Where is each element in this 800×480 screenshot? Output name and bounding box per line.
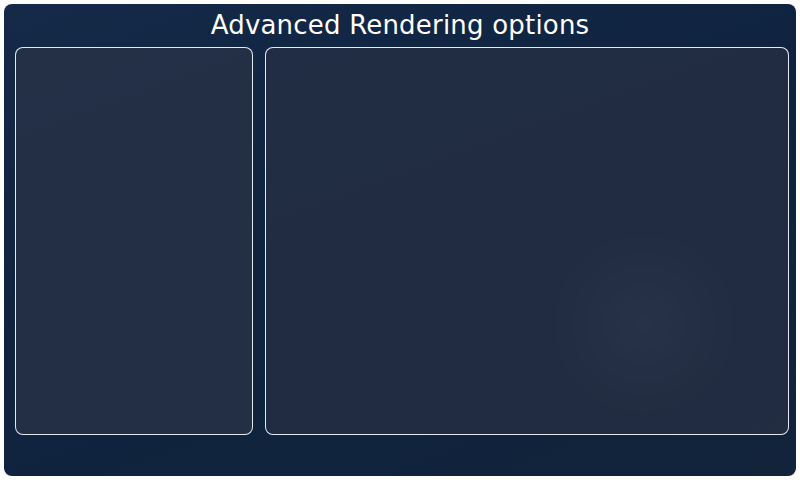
settings-window: Advanced Rendering options: [4, 4, 796, 476]
panel-row: [4, 47, 796, 476]
detail-panel: [265, 47, 789, 435]
window-title: Advanced Rendering options: [4, 4, 796, 47]
page: Advanced Rendering options: [0, 0, 800, 480]
list-panel: [15, 47, 253, 435]
